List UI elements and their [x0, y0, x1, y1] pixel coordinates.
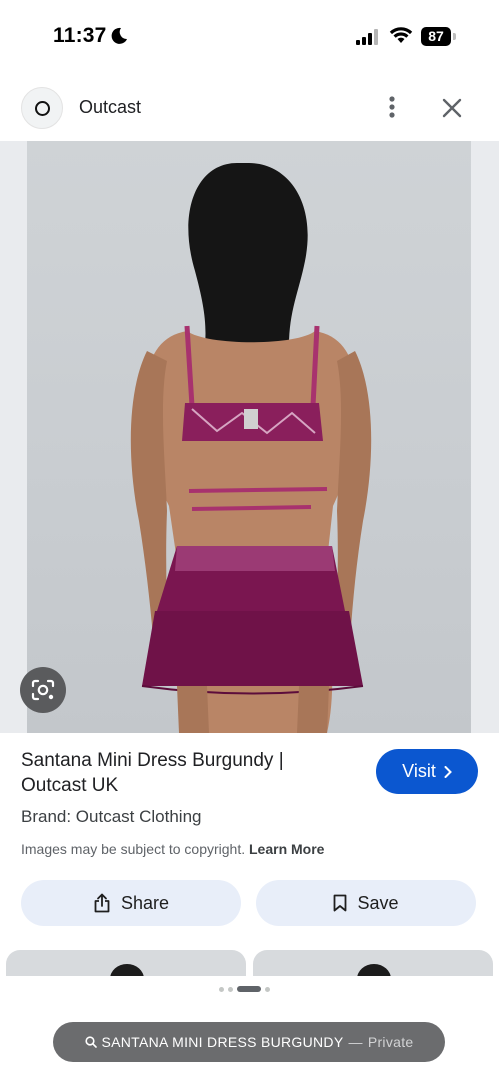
wifi-icon [389, 27, 413, 43]
site-favicon[interactable] [21, 87, 63, 129]
more-options-button[interactable] [378, 92, 406, 122]
result-title[interactable]: Santana Mini Dress Burgundy | Outcast UK [21, 748, 351, 798]
carousel-dot [219, 986, 224, 992]
carousel-dot [228, 986, 233, 992]
model-illustration [130, 163, 372, 733]
related-thumbnail [357, 964, 391, 976]
learn-more-link[interactable]: Learn More [249, 841, 324, 857]
more-vert-icon [389, 96, 395, 118]
private-mode-label: Private [367, 1034, 414, 1050]
status-time: 11:37 [53, 24, 107, 47]
copyright-text: Images may be subject to copyright. [21, 841, 246, 857]
moon-icon [111, 27, 127, 44]
visit-label: Visit [402, 761, 436, 781]
search-icon [84, 1036, 97, 1048]
product-photo[interactable] [27, 141, 471, 733]
carousel-dots [219, 986, 270, 992]
related-card[interactable] [253, 950, 493, 976]
chevron-right-icon [444, 765, 452, 778]
lens-icon [31, 679, 55, 701]
share-button[interactable]: Share [21, 880, 241, 926]
status-bar: 11:37 87 [0, 0, 499, 74]
battery-cap [453, 33, 456, 40]
brand-text: Brand: Outcast Clothing [21, 807, 202, 826]
search-query-pill[interactable]: SANTANA MINI DRESS BURGUNDY — Private [53, 1022, 445, 1062]
carousel-dot [265, 986, 270, 992]
save-label: Save [357, 892, 399, 913]
site-name[interactable]: Outcast [79, 97, 141, 118]
bookmark-icon [334, 894, 347, 912]
battery-indicator: 87 [421, 27, 451, 46]
related-results [0, 950, 499, 976]
save-button[interactable]: Save [256, 880, 476, 926]
share-label: Share [120, 892, 170, 913]
related-card[interactable] [6, 950, 246, 976]
signal-icon [356, 29, 378, 45]
site-initial-mark [34, 100, 50, 116]
lens-search-button[interactable] [20, 667, 66, 713]
close-icon [442, 98, 462, 118]
image-viewer[interactable] [0, 141, 499, 733]
result-header: Outcast [0, 74, 499, 141]
search-separator: — [348, 1034, 363, 1050]
visit-button[interactable]: Visit [376, 749, 478, 794]
share-icon [94, 893, 110, 913]
carousel-dot-active [237, 986, 261, 992]
search-query: SANTANA MINI DRESS BURGUNDY [101, 1034, 344, 1050]
close-button[interactable] [436, 92, 468, 124]
related-thumbnail [110, 964, 144, 976]
copyright-notice: Images may be subject to copyright. Lear… [21, 841, 324, 857]
